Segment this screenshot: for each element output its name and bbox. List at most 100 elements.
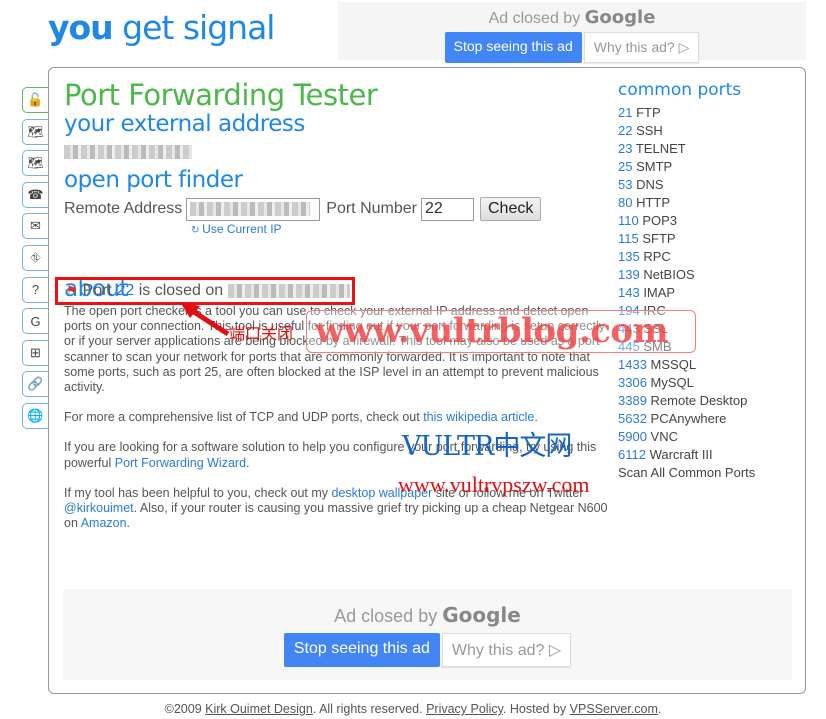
footer-copyright: ©2009: [164, 702, 206, 716]
port-number: 22: [618, 123, 633, 138]
ad-closed-label: Ad closed by: [488, 10, 585, 27]
remote-address-input[interactable]: [186, 197, 321, 221]
google-logo: Google: [442, 603, 521, 627]
port-service: Remote Desktop: [646, 393, 748, 408]
port-service: Warcraft III: [645, 447, 713, 462]
port-item[interactable]: 80 HTTP: [618, 194, 798, 212]
port-item[interactable]: 135 RPC: [618, 248, 798, 266]
port-number: 3389: [618, 393, 647, 408]
port-service: FTP: [632, 105, 661, 120]
port-item[interactable]: 139 NetBIOS: [618, 266, 798, 284]
tab-link-tab[interactable]: 🔗: [22, 371, 48, 398]
network-location-icon: 🗺: [27, 155, 44, 171]
port-item[interactable]: 115 SFTP: [618, 230, 798, 248]
red-flag-icon: ⚑: [66, 283, 78, 298]
tab-google-tab[interactable]: G: [22, 308, 48, 335]
amazon-link[interactable]: Amazon: [81, 516, 127, 530]
port-service: SSH: [632, 123, 663, 138]
port-item[interactable]: 23 TELNET: [618, 140, 798, 158]
about-p4-text-a: If my tool has been helpful to you, chec…: [64, 485, 332, 500]
port-item[interactable]: 25 SMTP: [618, 158, 798, 176]
windows-icon: ⊞: [30, 344, 41, 360]
ad-banner-bottom: Ad closed by Google Stop seeing this ad …: [63, 589, 792, 680]
port-number: 110: [618, 213, 639, 228]
about-p2-text: For more a comprehensive list of TCP and…: [64, 410, 424, 425]
common-ports-heading: common ports: [618, 80, 742, 100]
about-p3-end: .: [246, 455, 250, 470]
network-tools-icon: ⛗: [30, 249, 41, 265]
phone-owner-icon: ☎: [27, 186, 44, 202]
about-p4-end: .: [126, 516, 131, 531]
tab-network-location-tab[interactable]: 🗺: [22, 150, 48, 177]
port-forwarding-wizard-link[interactable]: Port Forwarding Wizard: [115, 456, 246, 470]
port-service: HTTP: [632, 195, 671, 210]
port-item[interactable]: 3389 Remote Desktop: [618, 392, 798, 410]
port-item[interactable]: 6112 Warcraft III: [618, 446, 798, 464]
port-item[interactable]: 1433 MSSQL: [618, 356, 798, 374]
ad-banner-top: Ad closed by Google Stop seeing this ad …: [338, 2, 806, 63]
about-p4-text-c: . Also, if your router is causing you ma…: [64, 501, 608, 531]
port-item[interactable]: 22 SSH: [618, 122, 798, 140]
result-ip-redacted: [227, 284, 350, 298]
open-port-finder-heading: open port finder: [64, 167, 243, 193]
port-number: 5632: [618, 411, 647, 426]
kirk-ouimet-link[interactable]: Kirk Ouimet Design: [205, 702, 313, 716]
port-service: MSSQL: [646, 357, 697, 372]
tab-port-forwarding-tab[interactable]: 🔓: [22, 87, 48, 113]
help-icon: ?: [31, 282, 40, 298]
tab-network-tools-tab[interactable]: ⛗: [22, 244, 48, 271]
port-number: 6112: [618, 447, 646, 462]
port-item[interactable]: 5900 VNC: [618, 428, 798, 446]
ad-closed-text: Ad closed by Google: [338, 7, 806, 28]
logo-you: you: [48, 8, 114, 47]
arrow-icon: ↻: [191, 225, 203, 236]
port-item[interactable]: 3306 MySQL: [618, 374, 798, 392]
port-forwarding-icon: 🔓: [27, 92, 44, 107]
tab-phone-owner-tab[interactable]: ☎: [22, 181, 48, 208]
google-logo: Google: [584, 7, 656, 28]
port-service: DNS: [632, 177, 664, 192]
stop-seeing-ad-button[interactable]: Stop seeing this ad: [283, 633, 440, 667]
tab-visual-traceroute-tab[interactable]: 🗺: [22, 118, 48, 145]
port-number: 135: [618, 249, 640, 264]
port-service: PCAnywhere: [646, 411, 727, 426]
ad-closed-text: Ad closed by Google: [63, 603, 792, 627]
privacy-policy-link[interactable]: Privacy Policy: [426, 702, 503, 716]
closed-annotation: 端口关闭: [229, 326, 294, 343]
result-status: is closed on: [134, 282, 228, 299]
twitter-link[interactable]: @kirkouimet: [64, 501, 134, 515]
port-item[interactable]: 143 IMAP: [618, 284, 798, 302]
port-item[interactable]: 5632 PCAnywhere: [618, 410, 798, 428]
vultrblog-watermark: www.vultrblog.com: [306, 310, 696, 353]
result-port-link[interactable]: 22: [116, 282, 134, 300]
vpsserver-link[interactable]: VPSServer.com: [570, 702, 658, 716]
check-button[interactable]: Check: [479, 197, 542, 221]
port-number-input[interactable]: 22: [420, 197, 474, 221]
about-p2-end: .: [534, 410, 538, 425]
tab-email-tab[interactable]: ✉: [22, 213, 48, 240]
port-service: POP3: [638, 213, 678, 228]
port-number: 139: [618, 267, 640, 282]
port-item[interactable]: 110 POP3: [618, 212, 798, 230]
port-number: 25: [618, 159, 633, 174]
port-item[interactable]: 21 FTP: [618, 104, 798, 122]
why-this-ad-button[interactable]: Why this ad? ▷: [583, 32, 700, 63]
wikipedia-link[interactable]: this wikipedia article: [423, 410, 534, 424]
port-service: SMTP: [632, 159, 673, 174]
tab-windows-tab[interactable]: ⊞: [22, 339, 48, 366]
visual-traceroute-icon: 🗺: [27, 123, 44, 139]
remote-address-label: Remote Address: [64, 200, 183, 217]
port-number: 143: [618, 285, 640, 300]
port-number: 53: [618, 177, 633, 192]
footer: ©2009 Kirk Ouimet Design. All rights res…: [0, 702, 826, 716]
tab-help-tab[interactable]: ?: [22, 276, 48, 303]
page-title: Port Forwarding Tester: [64, 78, 378, 112]
port-item[interactable]: 53 DNS: [618, 176, 798, 194]
site-logo[interactable]: you get signal: [48, 8, 275, 47]
use-current-ip-link[interactable]: ↻ Use Current IP: [191, 222, 282, 236]
tab-globe-tab[interactable]: 🌐: [22, 402, 48, 429]
scan-all-ports-link[interactable]: Scan All Common Ports: [618, 464, 798, 482]
port-number: 1433: [618, 357, 647, 372]
stop-seeing-ad-button[interactable]: Stop seeing this ad: [444, 32, 582, 63]
why-this-ad-button[interactable]: Why this ad? ▷: [441, 633, 572, 667]
